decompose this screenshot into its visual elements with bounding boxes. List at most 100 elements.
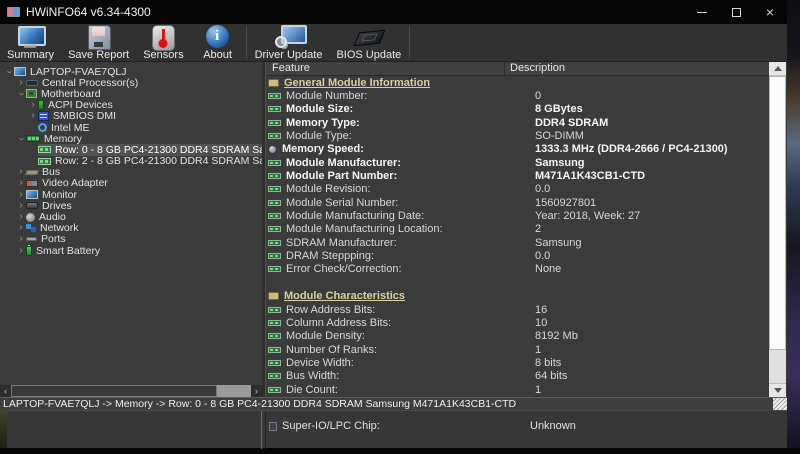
feature-row-column-address-bits[interactable]: Column Address Bits: 10 xyxy=(266,316,769,329)
feature-row-module-characteristics[interactable]: Module Characteristics xyxy=(266,290,769,303)
feature-label: Number Of Ranks: xyxy=(286,343,378,356)
tree-item-label: Motherboard xyxy=(41,87,101,100)
chevron-down-icon[interactable]: › xyxy=(16,89,27,99)
column-header-feature[interactable]: Feature xyxy=(266,62,505,75)
feature-row-module-manufacturing-location[interactable]: Module Manufacturing Location: 2 xyxy=(266,223,769,236)
close-button[interactable]: × xyxy=(753,0,787,24)
save-report-icon xyxy=(82,25,116,50)
feature-value: 0.0 xyxy=(535,183,551,196)
ram-icon xyxy=(268,346,281,353)
tree-item-bus[interactable]: › Bus xyxy=(0,166,262,178)
toolbar-button-bios-update[interactable]: BIOS Update xyxy=(329,24,408,61)
tree-item-content: Ports xyxy=(26,233,262,246)
feature-row-dram-steppping[interactable]: DRAM Steppping: 0.0 xyxy=(266,249,769,262)
maximize-button[interactable] xyxy=(719,0,753,24)
toolbar-button-sensors[interactable]: Sensors xyxy=(136,24,190,61)
computer-icon xyxy=(14,67,26,77)
scroll-down-button[interactable] xyxy=(769,383,786,397)
feature-label: Module Density: xyxy=(286,330,365,343)
summary-monitor-icon xyxy=(14,25,48,49)
ram-icon xyxy=(268,386,281,393)
scroll-up-button[interactable] xyxy=(769,62,786,76)
tree-item-row-0-8-gb-pc4-21300-ddr4-sdram-samsung-m471a[interactable]: Row: 0 - 8 GB PC4-21300 DDR4 SDRAM Samsu… xyxy=(0,144,262,156)
toolbar-button-summary[interactable]: Summary xyxy=(0,24,61,61)
feature-row-module-serial-number[interactable]: Module Serial Number: 1560927801 xyxy=(266,196,769,209)
tree-item-content: Memory xyxy=(26,133,262,145)
chevron-right-icon[interactable]: › xyxy=(16,212,26,222)
toolbar-separator xyxy=(245,26,247,59)
vertical-scrollbar-thumb[interactable] xyxy=(769,76,786,350)
tree-item-memory[interactable]: › Memory xyxy=(0,133,262,145)
feature-label: Module Part Number: xyxy=(286,170,398,183)
tree-item-central-processor-s[interactable]: › Central Processor(s) xyxy=(0,77,262,89)
chevron-down-icon[interactable]: › xyxy=(16,134,27,144)
chevron-right-icon[interactable]: › xyxy=(28,111,38,121)
title-bar: HWiNFO64 v6.34-4300 × xyxy=(0,0,787,24)
tree-item-content: Motherboard xyxy=(26,87,262,100)
scroll-right-button[interactable]: › xyxy=(251,385,262,397)
chevron-right-icon[interactable]: › xyxy=(16,167,26,177)
chevron-right-icon[interactable]: › xyxy=(16,178,26,188)
feature-row-sdram-manufacturer[interactable]: SDRAM Manufacturer: Samsung xyxy=(266,236,769,249)
feature-row-module-density[interactable]: Module Density: 8192 Mb xyxy=(266,330,769,343)
feature-row-memory-type[interactable]: Memory Type: DDR4 SDRAM xyxy=(266,116,769,129)
scroll-left-button[interactable]: ‹ xyxy=(0,385,11,397)
tree-item-intel-me[interactable]: Intel ME xyxy=(0,122,262,134)
column-header-description[interactable]: Description xyxy=(505,62,565,75)
minimize-button[interactable] xyxy=(685,0,719,24)
feature-row-general-module-information[interactable]: General Module Information xyxy=(266,76,769,89)
feature-row-module-manufacturing-date[interactable]: Module Manufacturing Date: Year: 2018, We… xyxy=(266,209,769,222)
chevron-right-icon[interactable]: › xyxy=(16,200,26,211)
cpu-icon xyxy=(26,79,38,86)
feature-row-module-type[interactable]: Module Type: SO-DIMM xyxy=(266,129,769,142)
tree-item-monitor[interactable]: › Monitor xyxy=(0,189,262,201)
tree-item-audio[interactable]: › Audio xyxy=(0,211,262,223)
tree-horizontal-scrollbar[interactable]: ‹ › xyxy=(0,385,262,397)
chip-icon xyxy=(269,421,277,431)
chevron-right-icon[interactable]: › xyxy=(16,223,26,233)
toolbar-button-about[interactable]: About xyxy=(191,24,245,61)
feature-label: Column Address Bits: xyxy=(286,316,392,329)
chevron-down-icon[interactable]: › xyxy=(4,67,15,77)
tree-item-video-adapter[interactable]: › Video Adapter xyxy=(0,177,262,190)
toolbar-button-driver-update[interactable]: Driver Update xyxy=(248,24,330,61)
tree-item-row-2-8-gb-pc4-21300-ddr4-sdram-samsung-m471a[interactable]: Row: 2 - 8 GB PC4-21300 DDR4 SDRAM Samsu… xyxy=(0,155,262,167)
feature-row-die-count[interactable]: Die Count: 1 xyxy=(266,383,769,396)
tree-item-drives[interactable]: › Drives xyxy=(0,200,262,212)
chevron-right-icon[interactable]: › xyxy=(16,189,26,200)
vertical-scrollbar[interactable] xyxy=(769,62,786,397)
feature-row-module-size[interactable]: Module Size: 8 GBytes xyxy=(266,103,769,116)
horizontal-scrollbar-thumb[interactable] xyxy=(11,385,217,397)
feature-row-number-of-ranks[interactable]: Number Of Ranks: 1 xyxy=(266,343,769,356)
chevron-right-icon[interactable]: › xyxy=(16,234,26,244)
tree-item-ports[interactable]: › Ports xyxy=(0,233,262,246)
chevron-right-icon[interactable]: › xyxy=(16,245,26,256)
feature-row-module-part-number[interactable]: Module Part Number: M471A1K43CB1-CTD xyxy=(266,169,769,182)
feature-row-module-manufacturer[interactable]: Module Manufacturer: Samsung xyxy=(266,156,769,169)
tree-item-network[interactable]: › Network xyxy=(0,222,262,234)
feature-row-module-revision[interactable]: Module Revision: 0.0 xyxy=(266,183,769,196)
chevron-right-icon[interactable]: › xyxy=(16,77,26,88)
chevron-right-icon[interactable]: › xyxy=(28,100,38,110)
feature-row-module-number[interactable]: Module Number: 0 xyxy=(266,89,769,102)
feature-row-row-address-bits[interactable]: Row Address Bits: 16 xyxy=(266,303,769,316)
feature-row-bus-width[interactable]: Bus Width: 64 bits xyxy=(266,370,769,383)
driver-update-icon xyxy=(272,25,307,49)
feature-row-device-width[interactable]: Device Width: 8 bits xyxy=(266,356,769,369)
super-io-row[interactable]: Super-IO/LPC Chip: xyxy=(269,420,380,432)
tree-item-motherboard[interactable]: › Motherboard xyxy=(0,87,262,100)
tree-item-label: Video Adapter xyxy=(42,177,108,190)
tree-item-label: Ports xyxy=(41,233,66,246)
tree-item-smbios-dmi[interactable]: › SMBIOS DMI xyxy=(0,110,262,122)
bios-update-icon xyxy=(352,25,386,49)
details-header: Feature Description xyxy=(266,62,787,76)
tree-item-acpi-devices[interactable]: › ACPI Devices xyxy=(0,99,262,111)
toolbar-button-save-report[interactable]: Save Report xyxy=(61,24,136,61)
tree-item-smart-battery[interactable]: › Smart Battery xyxy=(0,244,262,257)
horizontal-scrollbar-track[interactable] xyxy=(217,385,251,397)
feature-label: Module Number: xyxy=(286,90,368,103)
feature-row-error-check-correction[interactable]: Error Check/Correction: None xyxy=(266,263,769,276)
tree-item-laptop-fvae7qlj[interactable]: › LAPTOP-FVAE7QLJ xyxy=(0,66,262,78)
tree-item-content: Row: 0 - 8 GB PC4-21300 DDR4 SDRAM Samsu… xyxy=(38,144,262,156)
feature-row-memory-speed[interactable]: Memory Speed: 1333.3 MHz (DDR4-2666 / PC4… xyxy=(266,143,769,156)
